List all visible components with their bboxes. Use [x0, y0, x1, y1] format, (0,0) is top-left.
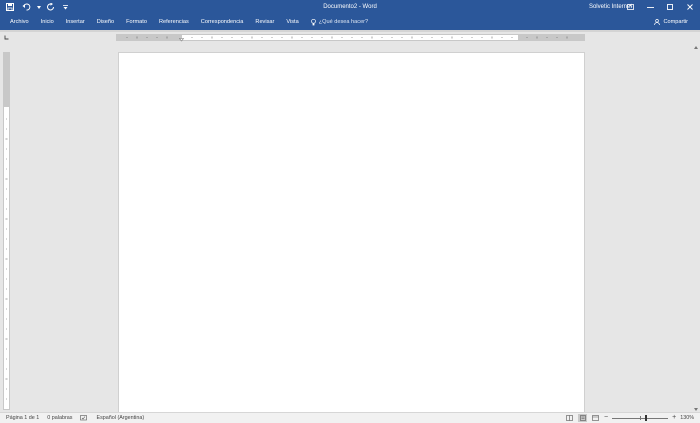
share-button[interactable]: Compartir: [654, 14, 688, 30]
ribbon-tab-bar: Archivo Inicio Insertar Diseño Formato R…: [0, 14, 700, 30]
chevron-down-icon: [36, 5, 41, 9]
zoom-level[interactable]: 130%: [680, 415, 694, 421]
tab-selector-button[interactable]: [2, 33, 10, 41]
horizontal-ruler-area: [0, 32, 700, 42]
maximize-button[interactable]: [660, 0, 680, 14]
vertical-ruler-ticks: [5, 118, 8, 400]
tab-inicio[interactable]: Inicio: [35, 14, 60, 30]
ribbon-options-icon: [626, 4, 634, 10]
minimize-icon: [646, 7, 654, 8]
minimize-button[interactable]: [640, 0, 660, 14]
tab-vista[interactable]: Vista: [280, 14, 304, 30]
first-line-indent-marker[interactable]: [179, 38, 184, 43]
redo-button[interactable]: [45, 1, 57, 13]
ruler-ticks: [126, 36, 568, 39]
window-controls: [620, 0, 700, 14]
chevron-up-icon: [694, 45, 698, 49]
lightbulb-icon: [310, 18, 316, 25]
tab-formato[interactable]: Formato: [120, 14, 153, 30]
web-layout-icon: [592, 415, 599, 421]
zoom-slider-thumb[interactable]: [645, 415, 648, 421]
tab-archivo[interactable]: Archivo: [4, 14, 35, 30]
status-bar-left: Página 1 de 1 0 palabras Español (Argent…: [6, 413, 144, 423]
maximize-icon: [667, 4, 673, 10]
undo-dropdown-button[interactable]: [36, 1, 41, 13]
redo-icon: [47, 3, 54, 11]
undo-button[interactable]: [20, 1, 32, 13]
status-bar-right: − + 130%: [565, 413, 694, 423]
zoom-in-button[interactable]: +: [672, 414, 676, 422]
tab-correspondencia[interactable]: Correspondencia: [195, 14, 250, 30]
close-icon: [687, 4, 693, 10]
save-button[interactable]: [4, 1, 16, 13]
zoom-out-button[interactable]: −: [604, 414, 608, 422]
vertical-ruler[interactable]: [3, 52, 10, 410]
quick-access-toolbar: [4, 1, 69, 13]
tab-stop-icon: [4, 35, 8, 39]
undo-icon: [22, 3, 30, 11]
document-page[interactable]: [118, 52, 585, 414]
tell-me-text: ¿Qué desea hacer?: [318, 19, 369, 25]
status-bar: Página 1 de 1 0 palabras Español (Argent…: [0, 412, 700, 423]
save-icon: [6, 3, 14, 11]
web-layout-button[interactable]: [591, 414, 600, 422]
tab-diseno[interactable]: Diseño: [91, 14, 120, 30]
language-indicator[interactable]: Español (Argentina): [96, 415, 144, 421]
ribbon-display-options-button[interactable]: [620, 0, 640, 14]
customize-qat-button[interactable]: [61, 1, 69, 13]
zoom-slider[interactable]: [612, 414, 669, 422]
read-mode-button[interactable]: [565, 414, 574, 422]
read-mode-icon: [566, 415, 573, 421]
title-bar: Documento2 - Word Solvetic Internet: [0, 0, 700, 14]
tab-insertar[interactable]: Insertar: [60, 14, 91, 30]
page-count[interactable]: Página 1 de 1: [6, 415, 39, 421]
tell-me-box[interactable]: ¿Qué desea hacer?: [305, 18, 369, 26]
word-count[interactable]: 0 palabras: [47, 415, 72, 421]
horizontal-ruler[interactable]: [116, 34, 585, 41]
chevron-down-icon: [694, 407, 698, 411]
scroll-up-button[interactable]: [693, 44, 699, 50]
chevron-down-icon: [62, 4, 68, 9]
ribbon-tabs: Archivo Inicio Insertar Diseño Formato R…: [0, 14, 368, 30]
tab-revisar[interactable]: Revisar: [249, 14, 280, 30]
vertical-scrollbar[interactable]: [693, 44, 699, 412]
tab-referencias[interactable]: Referencias: [153, 14, 195, 30]
print-layout-icon: [579, 415, 586, 421]
print-layout-button[interactable]: [578, 414, 588, 422]
proofing-icon[interactable]: [80, 415, 88, 421]
close-button[interactable]: [680, 0, 700, 14]
share-label: Compartir: [663, 19, 688, 25]
person-icon: [654, 19, 661, 25]
zoom-slider-midpoint: [640, 416, 642, 420]
